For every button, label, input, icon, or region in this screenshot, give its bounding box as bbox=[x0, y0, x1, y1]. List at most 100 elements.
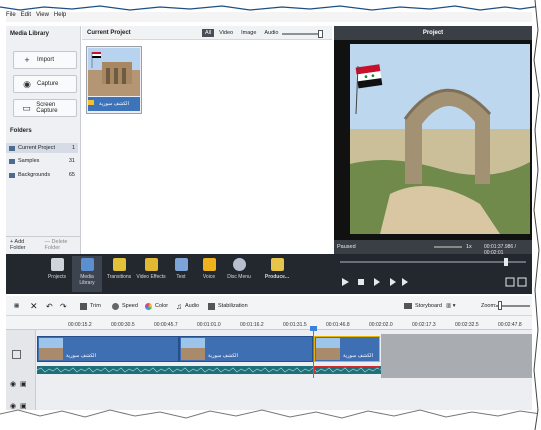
storyboard-label: Storyboard bbox=[415, 303, 442, 309]
playback-speed: 1x bbox=[466, 244, 472, 250]
delete-icon[interactable]: ✕ bbox=[30, 299, 40, 313]
playhead-handle[interactable] bbox=[310, 326, 317, 331]
storyboard-button[interactable]: Storyboard bbox=[404, 299, 442, 313]
disc-menu-button[interactable]: Disc Menu bbox=[224, 256, 254, 292]
tab-all[interactable]: All bbox=[202, 29, 215, 37]
ruler-tick: 00:01:31.5 bbox=[283, 322, 307, 328]
clip-thumbnail bbox=[181, 338, 205, 360]
voice-label: Voice bbox=[202, 274, 216, 280]
voice-button[interactable]: Voice bbox=[194, 256, 224, 292]
disc-icon bbox=[232, 258, 246, 271]
undo-icon[interactable]: ↶ bbox=[46, 299, 56, 313]
clip-thumbnail bbox=[39, 338, 63, 360]
redo-icon[interactable]: ↷ bbox=[60, 299, 70, 313]
preview-frame bbox=[350, 44, 530, 234]
preview-title: Project bbox=[334, 26, 532, 40]
screen-capture-label: Screen Capture bbox=[36, 102, 58, 114]
menu-view[interactable]: View bbox=[36, 12, 49, 18]
track-headers: ◉ ▣ ◉ ▣ bbox=[6, 330, 36, 410]
folder-label: Samples bbox=[18, 158, 40, 164]
ruler-tick: 00:01:01.0 bbox=[197, 322, 221, 328]
stop-icon bbox=[358, 279, 364, 285]
screen-capture-button[interactable]: ▭ Screen Capture bbox=[13, 99, 77, 117]
import-button[interactable]: + Import bbox=[13, 51, 77, 69]
eye-icon[interactable]: ◉ bbox=[10, 380, 16, 388]
star-icon bbox=[144, 258, 158, 271]
folder-icon bbox=[9, 158, 15, 164]
stabilization-label: Stabilization bbox=[218, 303, 248, 309]
video-badge-icon bbox=[88, 100, 94, 105]
plus-icon: + bbox=[24, 55, 30, 65]
stabilization-button[interactable]: Stabilization bbox=[208, 299, 248, 313]
view-options-button[interactable]: ▥ ▾ bbox=[446, 299, 470, 313]
clip-thumbnail bbox=[316, 338, 340, 360]
zoom-label: Zoom: bbox=[481, 303, 497, 309]
folder-icon bbox=[9, 145, 15, 151]
tab-image[interactable]: Image bbox=[238, 29, 259, 37]
playback-status: Paused bbox=[337, 244, 356, 250]
playback-controls bbox=[334, 254, 532, 294]
menu-edit[interactable]: Edit bbox=[21, 12, 31, 18]
media-library-title: Media Library bbox=[10, 31, 50, 37]
ruler-tick: 00:01:16.2 bbox=[240, 322, 264, 328]
speed-slider[interactable] bbox=[434, 246, 462, 248]
timeline-clip[interactable]: الكشف سورية bbox=[37, 336, 179, 362]
folder-backgrounds[interactable]: Backgrounds 65 bbox=[6, 170, 78, 180]
folder-icon bbox=[9, 172, 15, 178]
ruler-tick: 00:01:46.8 bbox=[326, 322, 350, 328]
color-wheel-icon bbox=[145, 302, 152, 310]
audio-button[interactable]: ♫ Audio bbox=[176, 299, 199, 313]
trim-label: Trim bbox=[90, 303, 101, 309]
timeline-clip-selected[interactable]: الكشف سورية bbox=[314, 336, 380, 362]
projects-button[interactable]: Projects bbox=[42, 256, 72, 292]
projects-label: Projects bbox=[47, 274, 67, 280]
lock-icon[interactable]: ▣ bbox=[20, 380, 27, 388]
folder-samples[interactable]: Samples 31 bbox=[6, 156, 78, 166]
add-folder-button[interactable]: + Add Folder bbox=[10, 239, 39, 251]
menu-file[interactable]: File bbox=[6, 12, 16, 18]
produce-button[interactable]: Produce... bbox=[260, 256, 294, 292]
transitions-button[interactable]: Transitions bbox=[104, 256, 134, 292]
monitor-icon: ▭ bbox=[22, 102, 31, 113]
speed-button[interactable]: Speed bbox=[112, 299, 138, 313]
menu-help[interactable]: Help bbox=[54, 12, 66, 18]
trim-button[interactable]: Trim bbox=[80, 299, 101, 313]
playhead[interactable] bbox=[313, 326, 314, 378]
media-library-button[interactable]: Media Library bbox=[72, 256, 102, 292]
transitions-icon bbox=[112, 258, 126, 271]
folders-heading: Folders bbox=[10, 128, 32, 134]
text-button[interactable]: Text bbox=[166, 256, 196, 292]
ruler-tick: 00:02:17.3 bbox=[412, 322, 436, 328]
media-filter-tabs: All Video Image Audio bbox=[202, 29, 283, 37]
thumbnail-size-handle[interactable] bbox=[318, 30, 323, 38]
timeline-clip[interactable]: الكشف سورية bbox=[179, 336, 313, 362]
clapperboard-icon bbox=[50, 258, 64, 271]
delete-folder-button[interactable]: — Delete Folder bbox=[45, 239, 81, 251]
video-effects-button[interactable]: Video Effects bbox=[136, 256, 166, 292]
folder-current-project[interactable]: Current Project 1 bbox=[6, 143, 78, 153]
folder-label: Current Project bbox=[18, 145, 55, 151]
timeline-zoom-handle[interactable] bbox=[498, 301, 502, 310]
import-label: Import bbox=[37, 57, 55, 63]
torn-edge-bottom bbox=[0, 409, 541, 430]
music-note-icon: ♫ bbox=[176, 301, 182, 311]
grid-icon[interactable]: ▦ bbox=[14, 299, 24, 313]
tab-audio[interactable]: Audio bbox=[261, 29, 281, 37]
produce-label: Produce... bbox=[264, 274, 290, 280]
ruler-tick: 00:00:15.2 bbox=[68, 322, 92, 328]
selected-audio-segment[interactable] bbox=[314, 366, 380, 374]
folder-count: 1 bbox=[71, 145, 75, 151]
audio-label: Audio bbox=[185, 303, 200, 309]
folder-label: Backgrounds bbox=[18, 172, 51, 178]
speed-label: Speed bbox=[122, 303, 138, 309]
video-effects-label: Video Effects bbox=[136, 274, 166, 280]
film-icon bbox=[80, 258, 94, 271]
color-button[interactable]: Color bbox=[145, 299, 168, 313]
thumbnail-size-slider[interactable] bbox=[282, 33, 322, 35]
project-media-title: Current Project bbox=[87, 30, 131, 36]
text-icon bbox=[174, 258, 188, 271]
stabilization-icon bbox=[208, 302, 215, 310]
capture-button[interactable]: ◉ Capture bbox=[13, 75, 77, 93]
tab-video[interactable]: Video bbox=[216, 29, 236, 37]
ruler-tick: 00:00:45.7 bbox=[154, 322, 178, 328]
